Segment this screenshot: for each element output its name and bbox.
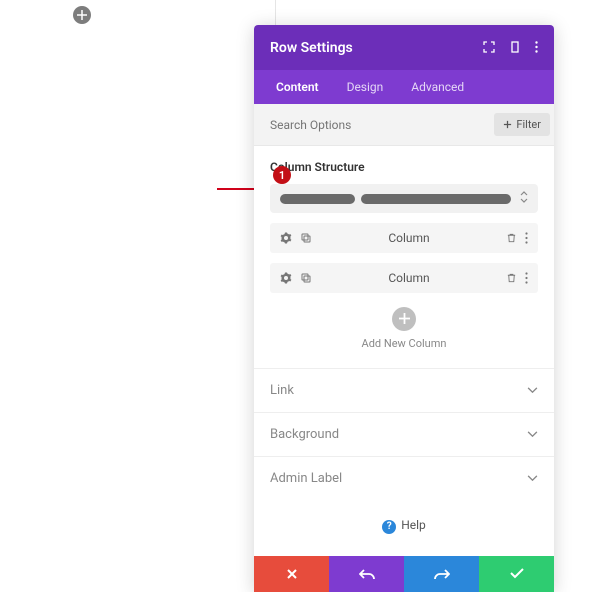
plus-icon xyxy=(77,10,87,20)
panel-header: Row Settings xyxy=(254,25,554,70)
annotation-badge: 1 xyxy=(273,166,291,184)
column-label: Column xyxy=(312,271,506,285)
more-icon[interactable] xyxy=(525,272,528,284)
add-column-area: Add New Column xyxy=(270,307,538,350)
accordion-background[interactable]: Background xyxy=(254,412,554,456)
column-structure-selector[interactable] xyxy=(270,184,538,213)
duplicate-icon[interactable] xyxy=(300,272,312,284)
footer-bar xyxy=(254,556,554,592)
help-icon: ? xyxy=(382,520,396,534)
gear-icon[interactable] xyxy=(280,272,292,284)
help-label: Help xyxy=(401,518,426,532)
panel-title: Row Settings xyxy=(270,40,353,56)
more-icon[interactable] xyxy=(535,38,538,57)
content-panel: Column Structure Column Col xyxy=(254,146,554,368)
tab-advanced[interactable]: Advanced xyxy=(397,70,478,104)
expand-icon[interactable] xyxy=(483,38,495,57)
accordion-label: Admin Label xyxy=(270,471,342,486)
accordion-admin-label[interactable]: Admin Label xyxy=(254,456,554,500)
gear-icon[interactable] xyxy=(280,232,292,244)
accordion-label: Link xyxy=(270,383,294,398)
column-label: Column xyxy=(312,231,506,245)
trash-icon[interactable] xyxy=(506,232,517,244)
column-row: Column xyxy=(270,223,538,253)
redo-button[interactable] xyxy=(404,556,479,592)
duplicate-icon[interactable] xyxy=(300,232,312,244)
tab-design[interactable]: Design xyxy=(333,70,398,104)
undo-icon xyxy=(359,568,375,580)
cancel-button[interactable] xyxy=(254,556,329,592)
chevron-down-icon xyxy=(527,387,538,394)
snap-icon[interactable] xyxy=(509,38,521,57)
filter-button[interactable]: Filter xyxy=(494,113,550,136)
accordion-link[interactable]: Link xyxy=(254,368,554,412)
close-icon xyxy=(286,568,298,580)
column-structure-stepper[interactable] xyxy=(520,191,528,206)
column-preview-1 xyxy=(280,194,355,204)
add-section-button[interactable] xyxy=(73,6,91,24)
column-row: Column xyxy=(270,263,538,293)
filter-label: Filter xyxy=(516,118,541,131)
add-column-button[interactable] xyxy=(392,307,416,331)
column-structure-title: Column Structure xyxy=(270,160,538,174)
row-settings-panel: Row Settings Content Design Advanced Fil… xyxy=(254,25,554,592)
chevron-down-icon xyxy=(527,475,538,482)
column-preview-2 xyxy=(361,194,511,204)
accordion-label: Background xyxy=(270,427,339,442)
check-icon xyxy=(510,568,524,579)
trash-icon[interactable] xyxy=(506,272,517,284)
more-icon[interactable] xyxy=(525,232,528,244)
tabs-bar: Content Design Advanced xyxy=(254,70,554,104)
help-row[interactable]: ? Help xyxy=(254,500,554,556)
tab-content[interactable]: Content xyxy=(262,70,333,104)
add-column-label: Add New Column xyxy=(270,337,538,350)
chevron-down-icon xyxy=(527,431,538,438)
redo-icon xyxy=(434,568,450,580)
search-row: Filter xyxy=(254,104,554,146)
save-button[interactable] xyxy=(479,556,554,592)
plus-icon xyxy=(399,313,410,324)
undo-button[interactable] xyxy=(329,556,404,592)
plus-icon xyxy=(503,120,512,129)
search-input[interactable] xyxy=(270,118,494,132)
